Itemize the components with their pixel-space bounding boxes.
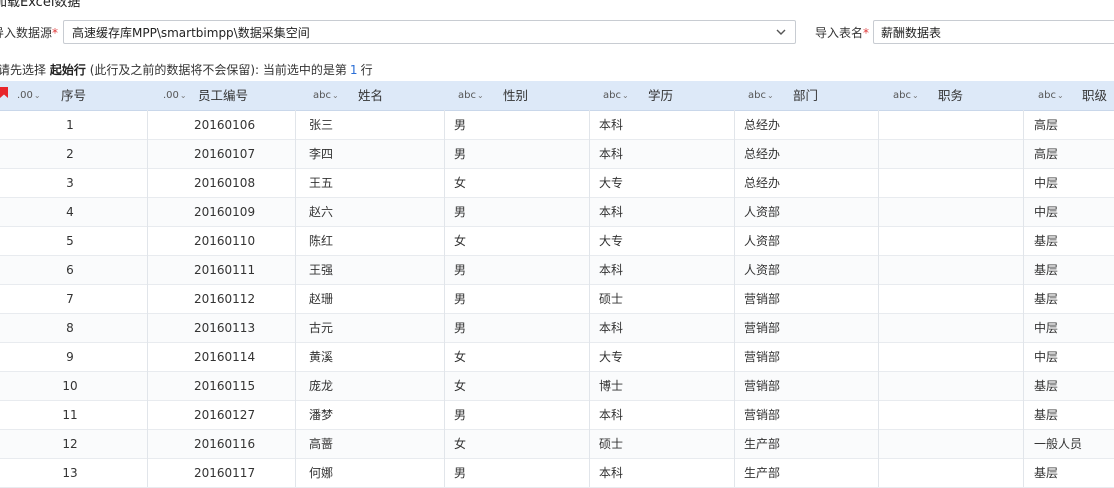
table-name-input[interactable]: 薪酬数据表: [873, 20, 1114, 44]
column-divider: [589, 110, 590, 487]
chevron-down-icon: ⌄: [621, 91, 629, 100]
column-header-name: 姓名: [358, 88, 384, 103]
column-header-level: 职级: [1082, 88, 1108, 103]
chevron-down-icon: ⌄: [179, 91, 187, 100]
column-type-emp-id[interactable]: .00⌄: [163, 81, 187, 110]
column-header-education: 学历: [648, 88, 674, 103]
column-header-dept: 部门: [793, 88, 819, 103]
column-type-level[interactable]: abc⌄: [1038, 81, 1064, 110]
source-label: 导入数据源*: [0, 26, 59, 40]
column-divider: [1023, 110, 1024, 487]
column-type-gender[interactable]: abc⌄: [458, 81, 484, 110]
column-divider: [444, 110, 445, 487]
column-type-seq[interactable]: .00⌄: [17, 81, 41, 110]
column-header-seq: 序号: [61, 88, 87, 103]
chevron-down-icon: ⌄: [1056, 91, 1064, 100]
column-type-education[interactable]: abc⌄: [603, 81, 629, 110]
column-header-emp-id: 员工编号: [198, 88, 249, 103]
column-divider: [734, 110, 735, 487]
chevron-down-icon: ⌄: [476, 91, 484, 100]
dialog-title: 加载Excel数据: [0, 0, 81, 10]
grid-header: .00⌄ 序号 .00⌄ 员工编号 abc⌄ 姓名 abc⌄ 性别 abc⌄ 学历 abc⌄ 部门 ab…: [0, 81, 1114, 111]
column-type-name[interactable]: abc⌄: [313, 81, 339, 110]
column-header-gender: 性别: [503, 88, 529, 103]
chevron-down-icon: ⌄: [766, 91, 774, 100]
bookmark-flag-icon[interactable]: [0, 87, 8, 98]
chevron-down-icon: ⌄: [331, 91, 339, 100]
column-divider: [878, 110, 879, 487]
source-select-value: 高速缓存库MPP\smartbimpp\数据采集空间: [72, 26, 310, 40]
column-divider: [295, 110, 296, 487]
column-type-dept[interactable]: abc⌄: [748, 81, 774, 110]
chevron-down-icon: ⌄: [33, 91, 41, 100]
table-name-label: 导入表名*: [815, 26, 870, 40]
source-select[interactable]: 高速缓存库MPP\smartbimpp\数据采集空间: [63, 20, 796, 44]
column-divider: [147, 110, 148, 487]
start-row-hint: 请先选择 起始行 (此行及之前的数据将不会保留): 当前选中的是第 1 行: [0, 63, 373, 77]
column-type-position[interactable]: abc⌄: [893, 81, 919, 110]
chevron-down-icon: [776, 29, 786, 35]
chevron-down-icon: ⌄: [911, 91, 919, 100]
current-row-number: 1: [349, 63, 358, 77]
column-header-position: 职务: [938, 88, 964, 103]
data-grid: .00⌄ 序号 .00⌄ 员工编号 abc⌄ 姓名 abc⌄ 性别 abc⌄ 学历 abc⌄ 部门 ab…: [0, 81, 1114, 488]
form-row: 导入数据源* 高速缓存库MPP\smartbimpp\数据采集空间 导入表名* …: [0, 20, 1114, 46]
